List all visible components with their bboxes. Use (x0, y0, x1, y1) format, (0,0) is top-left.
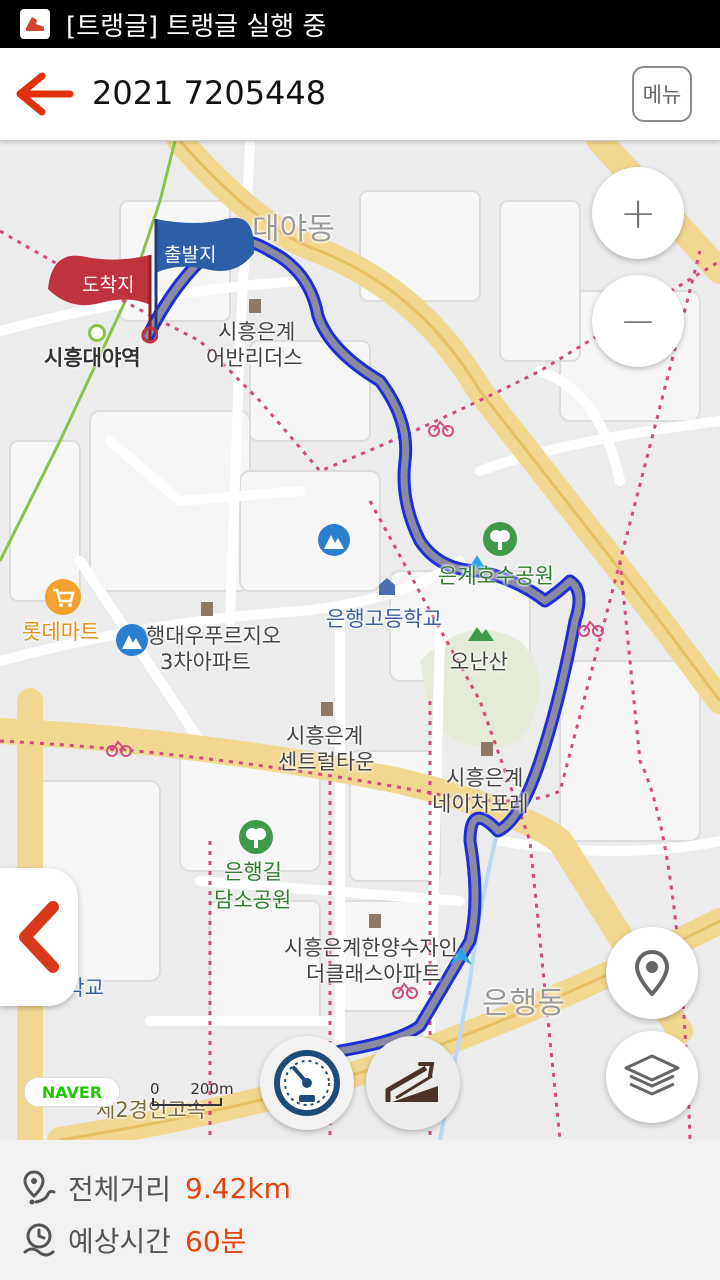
bike-icon (106, 740, 132, 757)
map-label-central-1: 시흥은계 (286, 724, 364, 748)
shopping-cart-icon (45, 579, 81, 615)
header: 2021 7205448 메뉴 (0, 48, 720, 141)
map-label-onansan: 오난산 (450, 650, 508, 674)
building-icon (369, 914, 381, 928)
map-label-lake-park: 은계호수공원 (438, 564, 554, 588)
arrow-left-icon (16, 72, 74, 116)
time-label: 예상시간 (68, 1225, 172, 1258)
map-label-naepo-1: 시흥은계 (446, 766, 524, 790)
building-icon (481, 742, 493, 756)
building-icon (201, 602, 213, 616)
map-label-lotte-mart: 롯데마트 (22, 620, 100, 644)
minus-icon: − (619, 295, 657, 347)
zoom-out-button[interactable]: − (592, 275, 684, 367)
map-label-apt-1: 행대우푸르지오 (146, 624, 282, 648)
start-flag-icon (154, 217, 255, 331)
map-label-apt-2: 3차아파트 (160, 650, 251, 674)
mountain-icon (468, 627, 494, 641)
school-icon (379, 578, 395, 595)
map-label-eunsan-1: 시흥은계 (218, 320, 296, 344)
trangle-shoe-icon (20, 9, 50, 39)
map-label-hanyang-1: 시흥은계한양수자인 (284, 936, 458, 960)
map-label-eunhaeng-dong: 은행동 (482, 986, 565, 1021)
map-label-damso-1: 은행길 (224, 860, 282, 884)
back-button[interactable] (14, 68, 74, 120)
naver-logo: NAVER (24, 1077, 120, 1107)
route-distance-icon (23, 1170, 56, 1205)
building-icon (321, 702, 333, 716)
distance-label: 전체거리 (68, 1173, 172, 1206)
subway-station-icon (88, 324, 106, 342)
layers-button[interactable] (606, 1031, 698, 1123)
map-view[interactable]: 출발지 도착지 대야동 시흥대야역 시흥은계 어반리더스 은계호수공원 은행고등… (0, 141, 720, 1140)
map-label-station: 시흥대야역 (44, 346, 141, 370)
location-pin-icon (634, 950, 670, 996)
distance-value: 9.42km (185, 1171, 291, 1205)
map-label-naepo-2: 네이처포레 (432, 792, 529, 816)
chevron-left-icon (19, 901, 59, 973)
building-icon (249, 299, 261, 313)
time-row: 예상시간 60분 (22, 1220, 246, 1260)
elevation-button[interactable] (366, 1036, 460, 1130)
distance-row: 전체거리 9.42km (22, 1168, 291, 1208)
menu-button[interactable]: 메뉴 (632, 66, 692, 122)
page-title: 2021 7205448 (92, 74, 327, 112)
bike-icon (578, 620, 604, 637)
scale-zero: 0 (150, 1080, 160, 1098)
plus-icon: + (619, 187, 657, 239)
map-scale: 0 200m (150, 1080, 234, 1106)
park-icon (483, 522, 517, 556)
park-icon (239, 820, 273, 854)
map-label-central-2: 센트럴타운 (278, 750, 375, 774)
scale-label: 200m (190, 1080, 234, 1098)
start-flag-label: 출발지 (164, 244, 217, 266)
map-label-damso-2: 담소공원 (214, 888, 292, 912)
time-value: 60분 (185, 1225, 247, 1258)
end-flag-label: 도착지 (82, 274, 135, 296)
status-text: [트랭글] 트랭글 실행 중 (66, 11, 327, 42)
bike-icon (428, 420, 454, 437)
route-summary: 전체거리 9.42km 예상시간 60분 (0, 1140, 720, 1280)
layers-icon (624, 1054, 680, 1096)
map-label-eunsan-2: 어반리더스 (206, 346, 303, 370)
side-panel-toggle[interactable] (0, 868, 78, 1006)
zoom-in-button[interactable]: + (592, 167, 684, 259)
mountain-trail-icon (116, 624, 148, 656)
clock-icon (23, 1223, 55, 1257)
speedometer-icon (274, 1050, 340, 1116)
map-label-daeya-dong: 대야동 (252, 212, 335, 247)
map-label-hanyang-2: 더클래스아파트 (306, 962, 442, 986)
status-bar: [트랭글] 트랭글 실행 중 (0, 0, 720, 48)
scale-bar (152, 1098, 222, 1106)
my-location-button[interactable] (606, 927, 698, 1019)
map-label-high-school: 은행고등학교 (326, 607, 442, 631)
mountain-trail-icon (318, 524, 350, 556)
speed-button[interactable] (260, 1036, 354, 1130)
elevation-icon (385, 1062, 438, 1102)
